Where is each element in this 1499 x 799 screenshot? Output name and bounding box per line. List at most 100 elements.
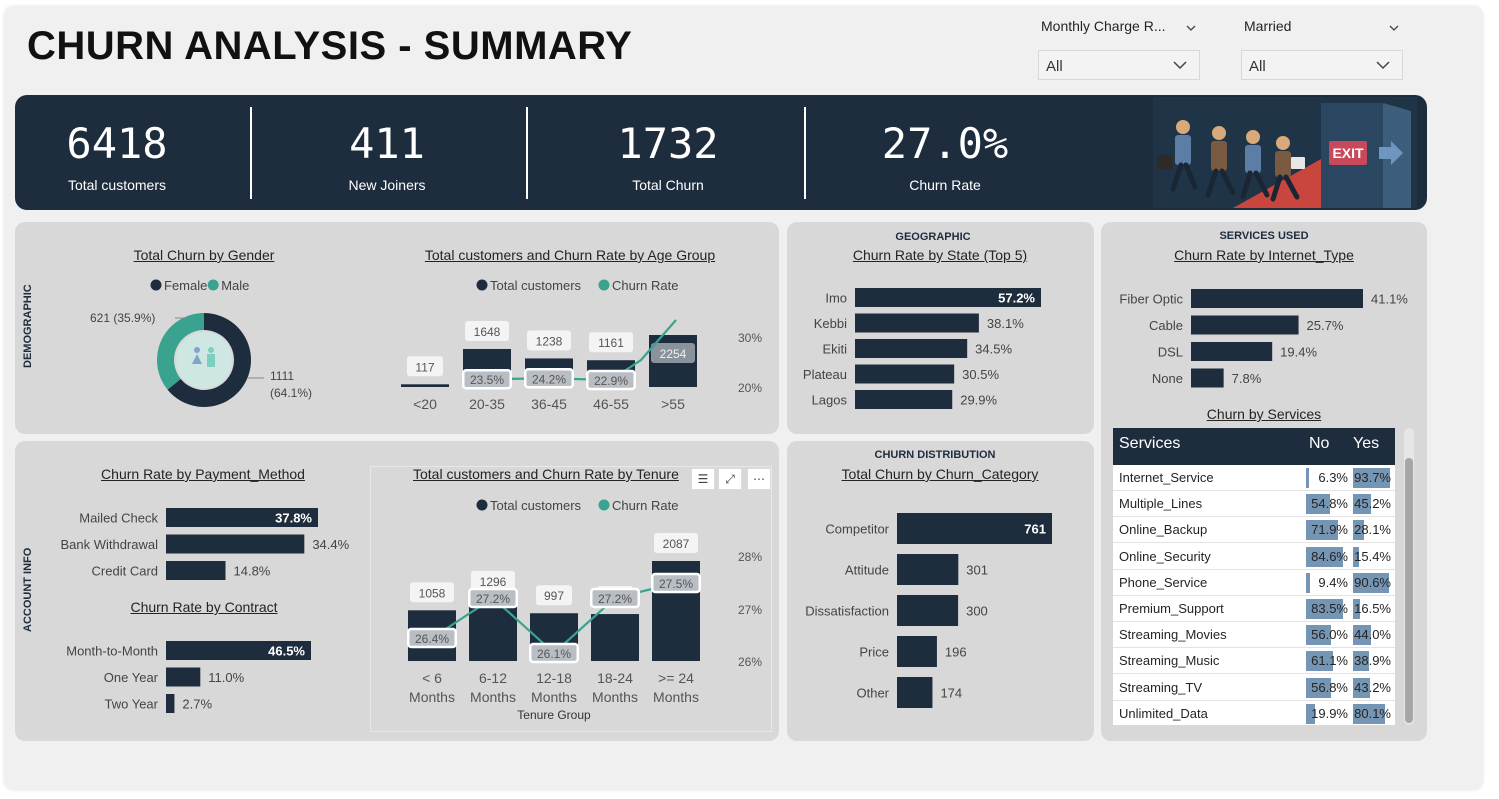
- tick-label: 18-24: [597, 670, 633, 686]
- table-row[interactable]: Multiple_Lines 54.8% 45.2%: [1113, 491, 1395, 518]
- column-header-services[interactable]: Services: [1119, 435, 1180, 453]
- more-options-icon[interactable]: ⋯: [747, 468, 771, 490]
- cell-value: 90.6%: [1354, 574, 1391, 590]
- table-row[interactable]: Phone_Service 9.4% 90.6%: [1113, 570, 1395, 596]
- kpi-new-joiners: 411 New Joiners: [307, 95, 467, 210]
- cell-value: 28.1%: [1354, 522, 1391, 538]
- tick-label: Imo: [825, 291, 847, 306]
- cell-value: 93.7%: [1354, 470, 1391, 485]
- table-row[interactable]: Streaming_Movies 56.0% 44.0%: [1113, 622, 1395, 649]
- data-label: 41.1%: [1371, 292, 1408, 307]
- section-label-demographic: DEMOGRAPHIC: [22, 284, 34, 368]
- table-row[interactable]: Unlimited_Data 19.9% 80.1%: [1113, 701, 1395, 725]
- cell-value: 71.9%: [1311, 522, 1348, 538]
- data-label: 761: [1024, 522, 1046, 537]
- tick-label: Month-to-Month: [66, 644, 158, 659]
- data-label: 57.2%: [998, 291, 1035, 306]
- column-header-yes[interactable]: Yes: [1353, 435, 1379, 453]
- bar: [166, 534, 305, 554]
- table-scrollbar-thumb[interactable]: [1405, 458, 1413, 723]
- tick-label: One Year: [104, 670, 159, 685]
- slicer-dropdown[interactable]: All: [1038, 50, 1200, 80]
- table-row[interactable]: Internet_Service 6.3% 93.7%: [1113, 465, 1395, 491]
- tick-label: Plateau: [803, 367, 847, 382]
- bar: [166, 667, 201, 687]
- male-icon: [208, 347, 214, 353]
- category-bar-chart[interactable]: Competitor 761 Attitude 301 Dissatisfaction 3…: [790, 505, 1090, 725]
- data-label: 34.4%: [312, 537, 349, 552]
- data-label: 1111: [270, 369, 294, 383]
- service-name: Internet_Service: [1119, 470, 1214, 485]
- legend-marker: [207, 279, 219, 291]
- service-name: Online_Backup: [1119, 522, 1208, 538]
- contract-bar-chart[interactable]: Month-to-Month 46.5% One Year 11.0% Two Year…: [30, 633, 370, 723]
- tick-label: None: [1152, 371, 1183, 386]
- cell-value: 44.0%: [1354, 627, 1391, 643]
- data-label: 19.4%: [1280, 345, 1317, 360]
- tick-label: Other: [856, 686, 889, 701]
- cell-no: 83.5%: [1306, 599, 1350, 619]
- tick-label: Kebbi: [814, 316, 847, 331]
- chevron-down-icon[interactable]: [1389, 23, 1399, 33]
- cell-value: 19.9%: [1311, 705, 1348, 721]
- tick-label: Credit Card: [92, 564, 158, 579]
- filter-icon[interactable]: ☰: [691, 468, 715, 490]
- data-label: 997: [544, 589, 564, 603]
- table-row[interactable]: Streaming_TV 56.8% 43.2%: [1113, 675, 1395, 701]
- data-label: 2087: [663, 537, 690, 551]
- table-row[interactable]: Online_Security 84.6% 15.4%: [1113, 544, 1395, 570]
- bar: [591, 614, 639, 661]
- gender-donut-chart[interactable]: Female Male 621 (35.9%) 1111 (64.1%): [80, 270, 330, 420]
- bar: [1191, 315, 1299, 335]
- bar: [897, 595, 959, 626]
- slicer-dropdown[interactable]: All: [1241, 50, 1403, 80]
- slicer-label: Monthly Charge R...: [1041, 18, 1166, 34]
- section-label-churn-distribution: CHURN DISTRIBUTION: [874, 449, 996, 461]
- tick-label: Fiber Optic: [1119, 292, 1183, 307]
- age-combo-chart[interactable]: Total customers Churn Rate 117 <20 1648 20-35…: [390, 270, 770, 420]
- table-row[interactable]: Online_Backup 71.9% 28.1%: [1113, 517, 1395, 544]
- bar: [855, 390, 953, 409]
- table-row[interactable]: Streaming_Music 61.1% 38.9%: [1113, 648, 1395, 675]
- slicer-married[interactable]: Married All: [1241, 14, 1406, 84]
- data-label: 300: [966, 604, 988, 619]
- focus-mode-icon[interactable]: ⤢: [718, 468, 742, 490]
- data-label: 1161: [598, 336, 624, 350]
- chevron-down-icon: [1173, 61, 1187, 70]
- cell-no: 9.4%: [1306, 572, 1350, 593]
- table-row[interactable]: Premium_Support 83.5% 16.5%: [1113, 596, 1395, 622]
- data-label: 37.8%: [275, 511, 312, 526]
- cell-value: 56.8%: [1311, 679, 1348, 695]
- cell-no: 54.8%: [1306, 494, 1350, 515]
- state-bar-chart[interactable]: Imo 57.2% Kebbi 38.1% Ekiti 34.5% Plateau 30.5%…: [790, 282, 1090, 412]
- legend-marker: [476, 499, 488, 511]
- cell-no: 6.3%: [1306, 468, 1350, 488]
- data-label: 1238: [536, 334, 563, 348]
- tenure-combo-chart[interactable]: Total customers Churn Rate 1058 < 6 Months 12…: [372, 490, 772, 730]
- payment-bar-chart[interactable]: Mailed Check 37.8% Bank Withdrawal 34.4% Cre…: [30, 500, 370, 590]
- cell-value: 84.6%: [1311, 548, 1348, 564]
- cell-no: 56.0%: [1306, 625, 1350, 646]
- tick-label: Dissatisfaction: [805, 604, 889, 619]
- tick-label: < 6: [422, 670, 442, 686]
- slicer-value: All: [1046, 58, 1063, 75]
- slicer-monthly-charge[interactable]: Monthly Charge R... All: [1038, 14, 1203, 84]
- exit-sign-text: EXIT: [1332, 145, 1364, 161]
- column-header-no[interactable]: No: [1309, 435, 1329, 453]
- bar: [401, 384, 449, 387]
- line-label: 26.1%: [537, 647, 571, 661]
- internet-bar-chart[interactable]: Fiber Optic 41.1% Cable 25.7% DSL 19.4% None 7.…: [1105, 284, 1425, 394]
- table-header: Services No Yes: [1113, 428, 1395, 465]
- legend-label: Female: [164, 278, 207, 293]
- cell-yes: 28.1%: [1353, 520, 1393, 541]
- bar: [897, 677, 933, 708]
- cell-value: 61.1%: [1311, 653, 1348, 669]
- kpi-caption: Total customers: [67, 177, 167, 193]
- data-label: 30.5%: [962, 367, 999, 382]
- tick-label: Months: [409, 689, 455, 705]
- page-title: CHURN ANALYSIS - SUMMARY: [27, 24, 633, 68]
- chevron-down-icon[interactable]: [1186, 23, 1196, 33]
- cell-yes: 90.6%: [1353, 572, 1393, 593]
- services-table[interactable]: Services No Yes Internet_Service 6.3% 93.7…: [1113, 428, 1395, 725]
- cell-value: 80.1%: [1354, 705, 1391, 721]
